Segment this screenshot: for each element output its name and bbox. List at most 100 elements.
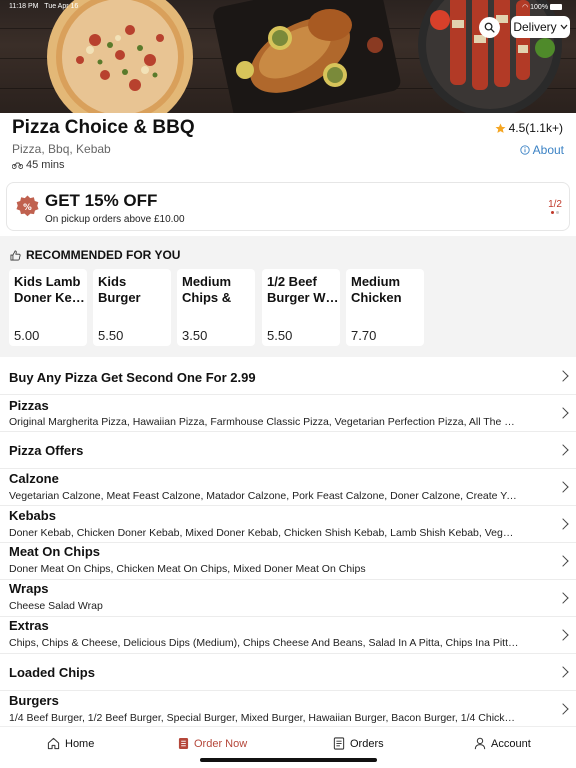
- chevron-right-icon: [557, 666, 569, 678]
- menu-category-title: Pizza Offers: [9, 443, 84, 458]
- offer-page-indicator: 1/2: [548, 199, 562, 210]
- menu-category-title: Pizzas: [9, 398, 49, 413]
- nav-account-label: Account: [491, 737, 531, 750]
- thumbs-up-icon: [10, 250, 21, 260]
- recommended-item[interactable]: Kids Burger 5.50: [93, 269, 171, 346]
- recommended-item-name: 1/2 Beef Burger W…: [267, 274, 339, 305]
- pagination-dot: [556, 211, 559, 214]
- recommended-heading: RECOMMENDED FOR YOU: [10, 248, 180, 262]
- chevron-right-icon: [557, 555, 569, 567]
- chevron-right-icon: [557, 518, 569, 530]
- about-link[interactable]: About: [519, 143, 564, 157]
- status-bar: 11:18 PM Tue Apr 16 ◠ 100%: [0, 0, 576, 14]
- menu-category-description: Doner Kebab, Chicken Doner Kebab, Mixed …: [9, 527, 519, 539]
- menu-category-row[interactable]: Kebabs Doner Kebab, Chicken Doner Kebab,…: [0, 506, 576, 543]
- recommended-item[interactable]: Medium Chicken S… 7.70: [346, 269, 424, 346]
- menu-category-row[interactable]: Calzone Vegetarian Calzone, Meat Feast C…: [0, 469, 576, 506]
- svg-text:%: %: [23, 203, 32, 213]
- menu-category-description: Doner Meat On Chips, Chicken Meat On Chi…: [9, 563, 366, 575]
- home-indicator: [200, 758, 377, 762]
- recommended-item[interactable]: Medium Chips & C… 3.50: [177, 269, 255, 346]
- search-icon: [484, 22, 495, 33]
- wifi-icon: ◠: [522, 4, 529, 11]
- menu-category-title: Meat On Chips: [9, 544, 101, 559]
- menu-category-description: Vegetarian Calzone, Meat Feast Calzone, …: [9, 490, 519, 502]
- chevron-right-icon: [557, 444, 569, 456]
- menu-category-row[interactable]: Extras Chips, Chips & Cheese, Delicious …: [0, 617, 576, 654]
- recommended-heading-label: RECOMMENDED FOR YOU: [26, 248, 181, 262]
- chevron-right-icon: [557, 481, 569, 493]
- battery-icon: [550, 4, 562, 11]
- nav-order-now[interactable]: Order Now: [178, 737, 247, 750]
- menu-book-icon: [178, 738, 189, 749]
- menu-category-row[interactable]: Pizzas Original Margherita Pizza, Hawaii…: [0, 395, 576, 432]
- menu-category-row[interactable]: Pizza Offers: [0, 432, 576, 469]
- recommended-item-name: Kids Burger: [98, 274, 141, 305]
- chevron-down-icon: [560, 24, 568, 30]
- chevron-right-icon: [557, 592, 569, 604]
- bike-icon: [12, 162, 23, 169]
- menu-category-title: Burgers: [9, 693, 59, 708]
- offer-banner[interactable]: % GET 15% OFF On pickup orders above £10…: [6, 182, 570, 231]
- chevron-right-icon: [557, 370, 569, 382]
- chevron-right-icon: [557, 703, 569, 715]
- delivery-mode-label: Delivery: [513, 20, 557, 34]
- chevron-right-icon: [557, 629, 569, 641]
- recommended-item-name: Medium Chips & C…: [182, 274, 232, 308]
- status-time: 11:18 PM Tue Apr 16: [9, 3, 79, 10]
- about-label: About: [532, 143, 564, 157]
- menu-category-title: Wraps: [9, 581, 49, 596]
- nav-home[interactable]: Home: [47, 737, 94, 750]
- menu-category-description: Chips, Chips & Cheese, Delicious Dips (M…: [9, 637, 519, 649]
- chevron-right-icon: [557, 407, 569, 419]
- nav-orders-label: Orders: [350, 737, 384, 750]
- menu-category-row[interactable]: Wraps Cheese Salad Wrap: [0, 580, 576, 617]
- recommended-item-price: 3.50: [182, 328, 208, 343]
- search-button[interactable]: [479, 17, 500, 38]
- restaurant-name: Pizza Choice & BBQ: [12, 117, 195, 138]
- hero-banner: 11:18 PM Tue Apr 16 ◠ 100% Delivery: [0, 0, 576, 113]
- star-icon: [495, 123, 506, 133]
- menu-category-row[interactable]: Buy Any Pizza Get Second One For 2.99: [0, 358, 576, 395]
- info-icon: [519, 145, 530, 155]
- menu-category-title: Loaded Chips: [9, 665, 95, 680]
- offer-subtitle: On pickup orders above £10.00: [45, 214, 185, 225]
- menu-category-title: Calzone: [9, 471, 59, 486]
- offer-pagination-dots: [551, 211, 559, 214]
- discount-badge-icon: %: [16, 195, 39, 217]
- recommended-item-name: Medium Chicken S…: [351, 274, 402, 308]
- menu-category-row[interactable]: Burgers 1/4 Beef Burger, 1/2 Beef Burger…: [0, 691, 576, 726]
- delivery-time: 45 mins: [12, 159, 65, 171]
- menu-category-description: 1/4 Beef Burger, 1/2 Beef Burger, Specia…: [9, 712, 519, 724]
- menu-category-title: Extras: [9, 618, 49, 633]
- offer-title: GET 15% OFF: [45, 191, 158, 210]
- pagination-dot: [551, 211, 554, 214]
- menu-category-description: Original Margherita Pizza, Hawaiian Pizz…: [9, 416, 519, 428]
- nav-order-now-label: Order Now: [194, 737, 248, 750]
- recommended-item[interactable]: 1/2 Beef Burger W… 5.50: [262, 269, 340, 346]
- menu-category-row[interactable]: Meat On Chips Doner Meat On Chips, Chick…: [0, 543, 576, 580]
- delivery-time-label: 45 mins: [26, 159, 65, 171]
- recommended-item-price: 5.00: [14, 328, 40, 343]
- nav-orders[interactable]: Orders: [333, 737, 384, 750]
- rating-value: 4.5(1.1k+): [508, 121, 563, 135]
- menu-category-title: Buy Any Pizza Get Second One For 2.99: [9, 370, 256, 385]
- recommended-item[interactable]: Kids Lamb Doner Ke… 5.00: [9, 269, 87, 346]
- menu-category-description: Cheese Salad Wrap: [9, 600, 103, 612]
- restaurant-cuisine: Pizza, Bbq, Kebab: [12, 142, 111, 156]
- recommended-item-name: Kids Lamb Doner Ke…: [14, 274, 85, 305]
- recommended-section: RECOMMENDED FOR YOU Kids Lamb Doner Ke… …: [0, 236, 576, 357]
- home-icon: [47, 737, 60, 750]
- recommended-item-price: 5.50: [267, 328, 293, 343]
- menu-category-title: Kebabs: [9, 508, 56, 523]
- receipt-icon: [333, 737, 345, 750]
- nav-home-label: Home: [65, 737, 95, 750]
- nav-account[interactable]: Account: [474, 737, 531, 750]
- menu-category-row[interactable]: Loaded Chips: [0, 654, 576, 691]
- recommended-item-price: 7.70: [351, 328, 377, 343]
- status-battery: ◠ 100%: [522, 3, 562, 11]
- user-icon: [474, 737, 486, 750]
- delivery-mode-dropdown[interactable]: Delivery: [511, 16, 570, 38]
- recommended-item-price: 5.50: [98, 328, 124, 343]
- restaurant-rating: 4.5(1.1k+): [495, 121, 563, 135]
